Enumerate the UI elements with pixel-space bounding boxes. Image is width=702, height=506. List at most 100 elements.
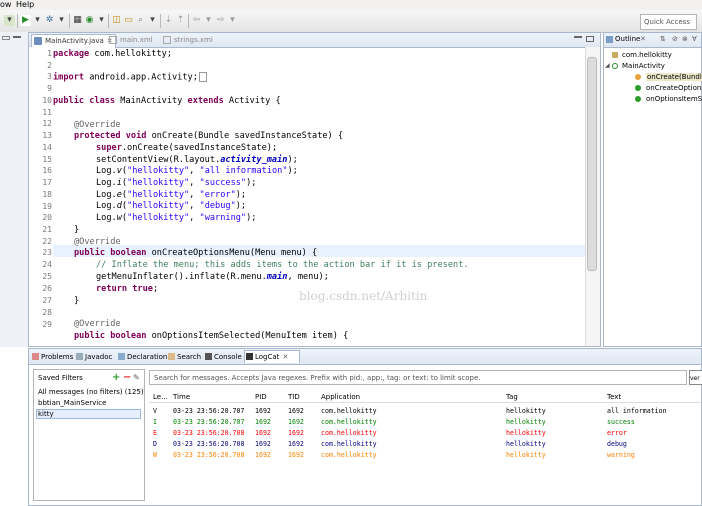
debug-dropdown-icon[interactable]: ▾ <box>56 15 67 26</box>
code-keyword: protected void <box>74 131 147 141</box>
xml-file-icon <box>163 36 171 44</box>
new-icon[interactable]: ▾ <box>4 15 15 26</box>
avd-dropdown-icon[interactable]: ▾ <box>96 15 107 26</box>
code-line: protected void onCreate(Bundle savedInst… <box>74 131 343 141</box>
outline-title[interactable]: Outline <box>615 35 640 43</box>
outline-item-oncreate[interactable]: onCreate(Bundle) <box>635 73 702 81</box>
minimize-icon[interactable] <box>13 36 21 42</box>
code-string: "hellokitty" <box>127 178 190 188</box>
tab-label: LogCat <box>255 353 280 361</box>
menu-bar: ow Help <box>0 0 702 10</box>
search-dropdown-icon[interactable]: ▾ <box>147 15 158 26</box>
maximize-icon[interactable] <box>586 36 594 42</box>
hide-nonpublic-icon[interactable]: ∀ <box>692 35 697 43</box>
table-cell: com.hellokitty <box>321 429 377 437</box>
tab-mainactivity-java[interactable]: MainActivity.java ✕ <box>31 34 116 48</box>
code-line: public boolean onCreateOptionsMenu(Menu … <box>74 248 317 258</box>
debug-icon[interactable]: ✲ <box>44 15 55 26</box>
tab-problems[interactable]: Problems <box>31 351 73 363</box>
search-icon <box>168 353 175 360</box>
code-text: Log. <box>96 201 117 211</box>
run-dropdown-icon[interactable]: ▾ <box>32 15 43 26</box>
column-header-level[interactable]: Le... <box>153 393 168 401</box>
avd-manager-icon[interactable]: ◉ <box>84 15 95 26</box>
code-keyword: true <box>132 284 153 294</box>
code-annotation: @Override <box>74 319 121 329</box>
code-text: item <box>312 331 333 340</box>
edit-filter-icon[interactable]: ✎ <box>133 373 140 382</box>
column-header-tid[interactable]: TID <box>288 393 300 401</box>
annotation-prev-icon[interactable]: ⇣ <box>163 15 174 26</box>
tab-console[interactable]: Console <box>204 351 242 363</box>
column-header-time[interactable]: Time <box>173 393 190 401</box>
package-icon <box>612 52 618 58</box>
table-cell: hellokitty <box>506 451 546 459</box>
menu-item-window[interactable]: ow <box>0 0 11 9</box>
code-string: "warning" <box>199 213 247 223</box>
code-text: savedInstanceState <box>234 131 328 141</box>
code-string: "hellokitty" <box>127 201 190 211</box>
tab-search[interactable]: Search <box>167 351 201 363</box>
add-filter-icon[interactable]: + <box>112 372 120 383</box>
editor-tab-bar: MainActivity.java ✕ main.xml strings.xml <box>29 33 600 48</box>
fold-marker-icon[interactable] <box>198 72 207 82</box>
close-icon[interactable]: ✕ <box>640 35 646 43</box>
toolbar: ▾ ▶ ▾ ✲ ▾ ▦ ◉ ▾ ◫ ▭ ⌕ ▾ ⇣ ⇡ ⇦ ▾ ⇨ ▾ Quic… <box>0 10 702 33</box>
quick-access-field[interactable]: Quick Access <box>640 14 697 30</box>
forward-dropdown-icon[interactable]: ▾ <box>227 15 238 26</box>
annotation-next-icon[interactable]: ⇡ <box>175 15 186 26</box>
table-cell: all information <box>607 407 667 415</box>
outline-item-oncreateoptionsmenu[interactable]: onCreateOptionsM <box>635 84 702 92</box>
console-icon <box>205 353 212 360</box>
code-editor[interactable]: MainActivity.java ✕ main.xml strings.xml … <box>28 32 601 347</box>
tab-declaration[interactable]: Declaration <box>117 351 167 363</box>
filter-item[interactable]: kitty <box>38 410 54 418</box>
table-cell: 1692 <box>255 429 271 437</box>
code-text: ; <box>152 284 159 294</box>
back-icon[interactable]: ⇦ <box>191 15 202 26</box>
outline-item-package[interactable]: com.hellokitty <box>612 51 672 59</box>
tab-javadoc[interactable]: Javadoc <box>75 351 112 363</box>
filter-item[interactable]: bbtian_MainService <box>38 399 106 407</box>
restore-icon[interactable] <box>2 36 10 40</box>
tab-logcat[interactable]: LogCat ✕ <box>244 350 300 363</box>
code-keyword: super <box>96 143 122 153</box>
log-level-select[interactable]: ver <box>689 370 702 385</box>
run-icon[interactable]: ▶ <box>20 15 31 26</box>
tab-strings-xml[interactable]: strings.xml <box>161 34 234 47</box>
code-line: Log.i("hellokitty", "success"); <box>96 178 257 188</box>
hide-static-icon[interactable]: ⊗ <box>682 35 688 43</box>
code-text: com.hellokitty; <box>89 49 173 59</box>
column-header-tag[interactable]: Tag <box>506 393 518 401</box>
code-annotation: @Override <box>74 237 121 247</box>
search-icon[interactable]: ⌕ <box>135 15 146 26</box>
code-text: ) { <box>327 131 344 141</box>
code-text: Log. <box>96 213 117 223</box>
column-header-text[interactable]: Text <box>607 393 621 401</box>
sort-icon[interactable]: ⇅ <box>660 35 666 43</box>
back-dropdown-icon[interactable]: ▾ <box>203 15 214 26</box>
filter-item[interactable]: All messages (no filters) (125) <box>38 388 144 396</box>
forward-icon[interactable]: ⇨ <box>215 15 226 26</box>
outline-item-class[interactable]: ◢ MainActivity <box>605 62 665 70</box>
minimize-icon[interactable] <box>574 36 582 42</box>
saved-filters-panel: Saved Filters + − ✎ All messages (no fil… <box>33 369 145 501</box>
column-header-pid[interactable]: PID <box>255 393 267 401</box>
expand-arrow-icon[interactable]: ◢ <box>605 62 610 69</box>
sdk-manager-icon[interactable]: ▦ <box>72 15 83 26</box>
code-method: w <box>116 213 122 223</box>
logcat-search-input[interactable]: Search for messages. Accepts Java regexe… <box>149 370 687 385</box>
line-number: 15 <box>42 155 52 164</box>
menu-item-help[interactable]: Help <box>16 0 34 9</box>
remove-filter-icon[interactable]: − <box>123 372 131 383</box>
column-header-application[interactable]: Application <box>321 393 360 401</box>
open-folder-icon[interactable]: ▭ <box>123 15 134 26</box>
code-field: main <box>266 272 288 282</box>
table-cell: com.hellokitty <box>321 407 377 415</box>
close-icon[interactable]: ✕ <box>282 353 288 361</box>
open-type-icon[interactable]: ◫ <box>111 15 122 26</box>
outline-item-onoptionsitemselected[interactable]: onOptionsItemSel <box>635 95 702 103</box>
scrollbar-thumb[interactable] <box>587 57 597 271</box>
hide-fields-icon[interactable]: ⊘ <box>672 35 678 43</box>
tab-label: MainActivity.java <box>45 37 104 45</box>
